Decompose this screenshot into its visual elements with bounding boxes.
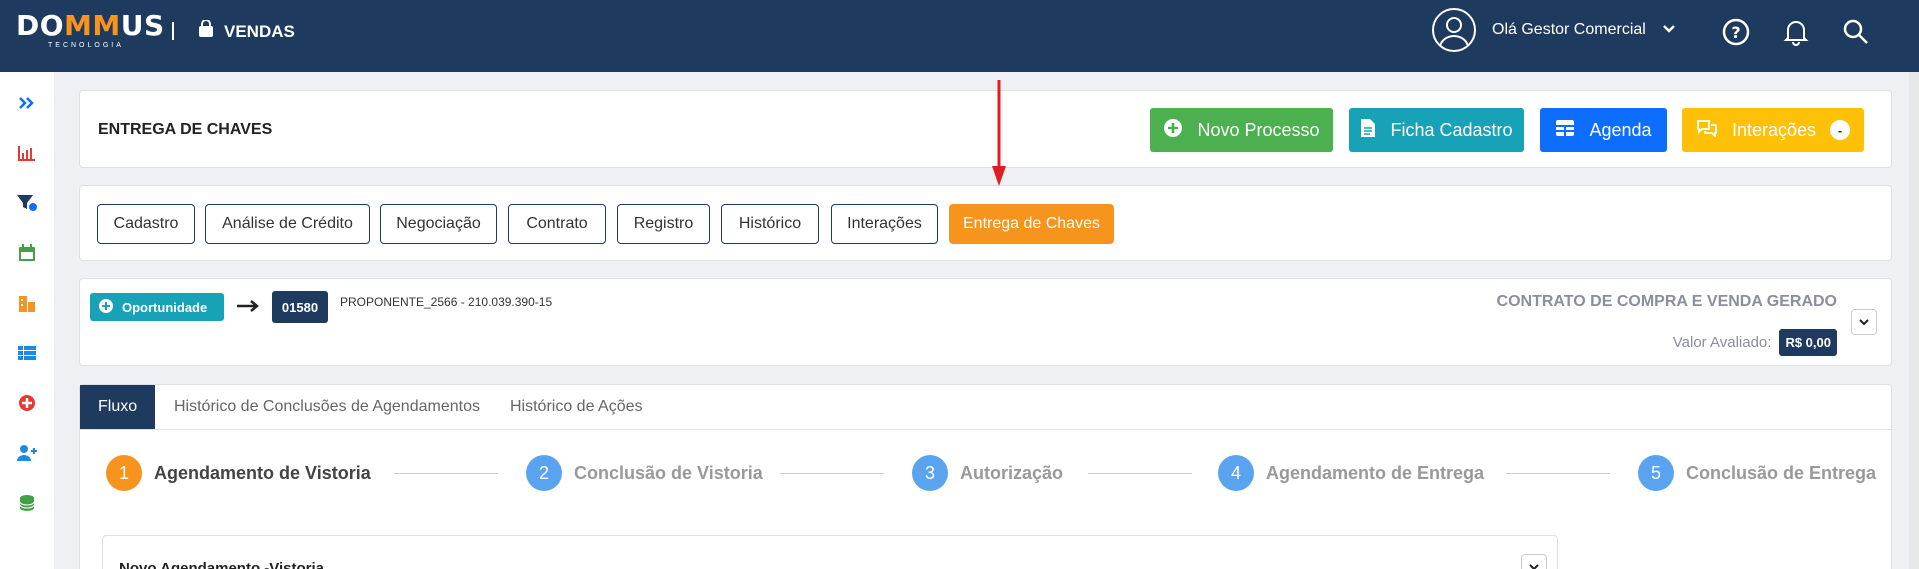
tab-analise-de-credito[interactable]: Análise de Crédito: [205, 204, 370, 244]
opportunity-badge[interactable]: Oportunidade: [90, 293, 224, 321]
step-number: 4: [1218, 455, 1254, 491]
step-connector: [394, 473, 498, 474]
dommus-logo[interactable]: DOMMUS TECNOLOGIA: [16, 9, 165, 50]
tab-interacoes[interactable]: Interações: [831, 204, 938, 244]
module-indicator[interactable]: VENDAS: [198, 19, 295, 43]
help-icon[interactable]: ?: [1720, 16, 1752, 48]
ficha-cadastro-label: Ficha Cadastro: [1390, 119, 1513, 140]
user-avatar-icon: [1432, 8, 1476, 52]
step-connector: [1506, 473, 1610, 474]
document-icon: [1360, 118, 1376, 143]
tab-negociacao[interactable]: Negociação: [380, 204, 497, 244]
process-id-badge: 01580: [272, 291, 328, 323]
tab-historico-acoes[interactable]: Histórico de Ações: [510, 385, 643, 429]
page-header-card: ENTREGA DE CHAVES Novo Processo Ficha Ca…: [79, 90, 1892, 168]
bell-icon[interactable]: [1780, 16, 1812, 48]
chevron-down-icon: [1529, 558, 1539, 569]
tab-entrega-de-chaves[interactable]: Entrega de Chaves: [949, 204, 1114, 244]
tab-historico[interactable]: Histórico: [721, 204, 819, 244]
arrow-right-icon: [236, 299, 260, 318]
new-schedule-card: Novo Agendamento -Vistoria: [102, 535, 1558, 569]
filter-icon[interactable]: [12, 188, 42, 218]
user-greeting: Olá Gestor Comercial: [1492, 21, 1646, 38]
header-divider: [172, 22, 174, 40]
step-connector: [780, 473, 884, 474]
step-number: 3: [912, 455, 948, 491]
flow-panel: Fluxo Histórico de Conclusões de Agendam…: [79, 384, 1892, 569]
tab-historico-conclusoes[interactable]: Histórico de Conclusões de Agendamentos: [174, 385, 480, 429]
chevron-down-icon: [1859, 313, 1869, 331]
plus-circle-icon[interactable]: [12, 388, 42, 418]
agenda-button[interactable]: Agenda: [1540, 108, 1667, 152]
step-conclusao-entrega[interactable]: 5 Conclusão de Entrega: [1638, 455, 1876, 491]
plus-circle-icon: [98, 298, 114, 317]
step-label: Agendamento de Vistoria: [154, 462, 371, 483]
step-label: Conclusão de Entrega: [1686, 462, 1877, 483]
step-conclusao-vistoria[interactable]: 2 Conclusão de Vistoria: [526, 455, 763, 491]
proponent-info: PROPONENTE_2566 - 210.039.390-15: [340, 295, 553, 309]
sidebar: [0, 72, 54, 569]
user-menu[interactable]: Olá Gestor Comercial: [1432, 8, 1676, 52]
step-autorizacao[interactable]: 3 Autorização: [912, 455, 1063, 491]
valor-avaliado: Valor Avaliado: R$ 0,00: [1673, 329, 1837, 356]
opportunity-expand-button[interactable]: [1851, 309, 1877, 335]
agenda-label: Agenda: [1589, 119, 1652, 140]
step-label: Agendamento de Entrega: [1266, 462, 1485, 483]
tab-contrato[interactable]: Contrato: [508, 204, 606, 244]
list-icon[interactable]: [12, 338, 42, 368]
top-navbar: DOMMUS TECNOLOGIA VENDAS Olá Gestor Come…: [0, 0, 1919, 72]
search-icon[interactable]: [1840, 16, 1872, 48]
page-title: ENTREGA DE CHAVES: [98, 121, 273, 138]
page-scrollbar[interactable]: [1909, 72, 1919, 569]
tab-registro[interactable]: Registro: [617, 204, 710, 244]
opportunity-card: Oportunidade 01580 PROPONENTE_2566 - 210…: [79, 278, 1892, 366]
new-schedule-expand-button[interactable]: [1521, 554, 1547, 569]
interacoes-label: Interações: [1731, 119, 1817, 140]
add-user-icon[interactable]: [12, 438, 42, 468]
contract-status: CONTRATO DE COMPRA E VENDA GERADO: [1496, 293, 1837, 310]
step-number: 5: [1638, 455, 1674, 491]
annotation-arrow-icon: [992, 80, 1006, 190]
tab-fluxo[interactable]: Fluxo: [80, 385, 156, 429]
table-icon: [1555, 119, 1575, 142]
building-icon[interactable]: [12, 288, 42, 318]
plus-circle-icon: [1163, 118, 1183, 143]
valor-label: Valor Avaliado:: [1672, 334, 1772, 351]
opportunity-badge-label: Oportunidade: [122, 299, 208, 315]
chevron-down-icon: [1662, 21, 1676, 39]
chat-icon: [1696, 119, 1718, 142]
new-schedule-title: Novo Agendamento -Vistoria: [119, 560, 325, 569]
step-label: Conclusão de Vistoria: [574, 462, 763, 483]
step-agendamento-vistoria[interactable]: 1 Agendamento de Vistoria: [106, 455, 371, 491]
chart-icon[interactable]: [12, 138, 42, 168]
shopping-bag-icon: [198, 19, 214, 43]
step-agendamento-entrega[interactable]: 4 Agendamento de Entrega: [1218, 455, 1484, 491]
calendar-icon[interactable]: [12, 238, 42, 268]
logo-text: DOMMUS: [16, 9, 165, 42]
svg-text:?: ?: [1731, 23, 1740, 42]
tabs-divider: [80, 429, 1891, 430]
coins-icon[interactable]: [12, 488, 42, 518]
module-label: VENDAS: [224, 21, 295, 41]
expand-sidebar-icon[interactable]: [12, 88, 42, 118]
ficha-cadastro-button[interactable]: Ficha Cadastro: [1349, 108, 1524, 152]
new-process-button[interactable]: Novo Processo: [1150, 108, 1333, 152]
logo-subtext: TECNOLOGIA: [48, 42, 124, 49]
step-number: 2: [526, 455, 562, 491]
interacoes-button[interactable]: Interações -: [1682, 108, 1864, 152]
new-process-label: Novo Processo: [1197, 119, 1320, 140]
valor-badge: R$ 0,00: [1779, 329, 1837, 356]
interacoes-count-badge: -: [1830, 120, 1851, 140]
process-tabs-card: Cadastro Análise de Crédito Negociação C…: [79, 185, 1892, 261]
tab-cadastro[interactable]: Cadastro: [97, 204, 195, 244]
step-label: Autorização: [960, 462, 1064, 483]
step-connector: [1088, 473, 1192, 474]
step-number: 1: [106, 455, 142, 491]
